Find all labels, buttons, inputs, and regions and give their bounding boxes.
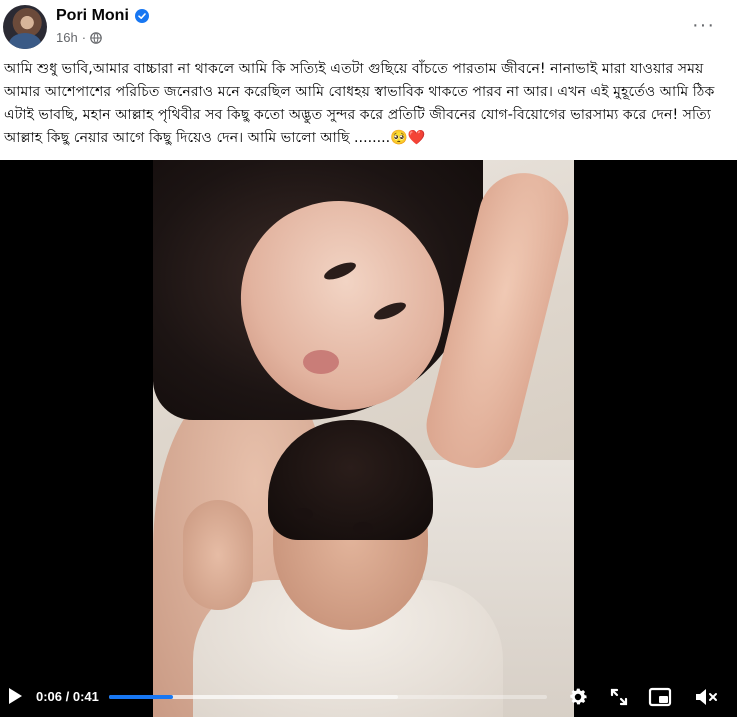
progress-bar[interactable] (109, 695, 547, 699)
picture-in-picture-button[interactable] (648, 686, 672, 708)
play-icon (9, 688, 22, 704)
post-timestamp[interactable]: 16h (56, 30, 78, 45)
video-controls: 0:06 / 0:41 (0, 677, 737, 717)
gear-icon (570, 688, 587, 705)
video-player[interactable]: 0:06 / 0:41 (0, 160, 737, 717)
fullscreen-button[interactable] (608, 686, 630, 708)
meta-separator: · (81, 30, 87, 45)
volume-button[interactable] (694, 685, 720, 709)
pip-icon (648, 687, 672, 707)
volume-muted-icon (696, 689, 717, 705)
author-row: Pori Moni (56, 7, 149, 25)
child-hand (183, 500, 253, 610)
progress-played (109, 695, 173, 699)
mother-lips (303, 350, 339, 374)
video-frame[interactable] (153, 160, 574, 717)
expand-icon (610, 688, 628, 706)
verified-badge-icon (134, 9, 149, 23)
globe-icon (90, 31, 102, 44)
post-meta: 16h · (56, 30, 102, 45)
play-button[interactable] (6, 686, 24, 706)
post-header: Pori Moni 16h · ··· (0, 0, 737, 56)
avatar[interactable] (3, 5, 47, 49)
settings-button[interactable] (566, 685, 590, 709)
post-text: আমি শুধু ভাবি,আমার বাচ্চারা না থাকলে আমি… (4, 61, 715, 146)
child-eye-left (293, 508, 313, 520)
more-options-button[interactable]: ··· (692, 14, 715, 37)
video-time: 0:06 / 0:41 (36, 689, 99, 704)
author-name[interactable]: Pori Moni (56, 7, 129, 25)
child-eye-right (353, 522, 373, 534)
